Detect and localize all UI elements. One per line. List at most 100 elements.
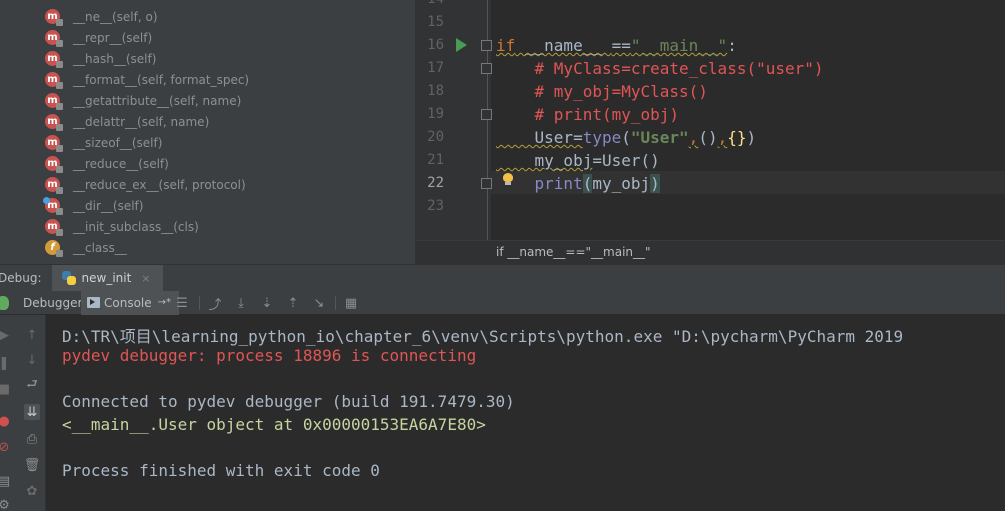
debug-side-toolbar: ▶ ❚ ■ ● ⊘ ▤ ⚙ xyxy=(0,315,18,511)
console-line-error: pydev debugger: process 18896 is connect… xyxy=(62,346,477,365)
python-icon xyxy=(61,271,76,285)
structure-item-sizeof[interactable]: m __sizeof__(self) xyxy=(45,132,162,153)
breadcrumb[interactable]: if __name__=="__main__" xyxy=(496,245,651,259)
debug-session-tab[interactable]: new_init × xyxy=(51,264,163,292)
structure-item-label: __class__ xyxy=(73,240,127,255)
mute-breakpoints-icon[interactable]: ⊘ xyxy=(0,439,12,455)
toolbar-separator xyxy=(335,296,336,310)
structure-item-reduce-ex[interactable]: m __reduce_ex__(self, protocol) xyxy=(45,174,246,195)
console-line-output: <__main__.User object at 0x00000153EA6A7… xyxy=(62,415,486,434)
fold-marker-icon[interactable] xyxy=(481,178,492,189)
console-output[interactable]: D:\TR\项目\learning_python_io\chapter_6\ve… xyxy=(46,315,1005,511)
line-number: 18 xyxy=(427,83,444,99)
view-breakpoints-icon[interactable]: ● xyxy=(0,413,12,429)
scroll-up-icon[interactable]: ↑ xyxy=(24,327,40,343)
code-line-17: # MyClass=create_class("user") xyxy=(496,59,824,78)
structure-item-label: __sizeof__(self) xyxy=(73,135,163,150)
settings-icon[interactable]: ⚙ xyxy=(0,497,12,511)
structure-item-label: __reduce_ex__(self, protocol) xyxy=(73,177,246,192)
fold-marker-icon[interactable] xyxy=(481,63,492,74)
structure-item-label: __delattr__(self, name) xyxy=(73,114,210,129)
method-icon: m xyxy=(45,177,63,194)
structure-item-dir[interactable]: m __dir__(self) xyxy=(43,195,144,216)
method-icon: m xyxy=(45,72,63,89)
stop-icon[interactable]: ■ xyxy=(0,381,12,397)
structure-item-label: __format__(self, format_spec) xyxy=(73,72,250,87)
pin-tab-icon[interactable]: →* xyxy=(158,297,171,308)
soft-wrap-icon[interactable]: ⮐ xyxy=(24,377,40,394)
structure-item-class[interactable]: f __class__ xyxy=(45,237,127,258)
debug-toolbar: Debugger Console →* ☰ ⤴ ⤓ ⇣ ⇡ ↘ ▦ xyxy=(0,290,1005,315)
code-line-21: my_obj = User() xyxy=(496,151,660,170)
structure-item-reduce[interactable]: m __reduce__(self) xyxy=(45,153,169,174)
line-number: 19 xyxy=(427,106,444,122)
restore-layout-icon[interactable]: ▤ xyxy=(0,473,12,489)
structure-item-ne[interactable]: m __ne__(self, o) xyxy=(45,6,158,27)
scroll-down-icon[interactable]: ↓ xyxy=(24,352,40,368)
line-number: 21 xyxy=(427,152,444,168)
run-to-cursor-icon[interactable]: ↘ xyxy=(311,295,327,311)
structure-item-format[interactable]: m __format__(self, format_spec) xyxy=(45,69,249,90)
structure-item-hash[interactable]: m __hash__(self) xyxy=(45,48,156,69)
method-icon: m xyxy=(45,114,63,131)
code-line-16: if __name__ == "__main__": xyxy=(496,36,737,55)
structure-item-repr[interactable]: m __repr__(self) xyxy=(45,27,152,48)
attach-debugger-icon[interactable]: ✿ xyxy=(24,483,40,499)
line-number: 20 xyxy=(427,129,444,145)
code-line-19: # print(my_obj) xyxy=(496,105,680,124)
scroll-to-end-icon[interactable]: ⇊ xyxy=(24,404,40,420)
tab-debugger[interactable]: Debugger xyxy=(18,291,87,315)
field-icon: f xyxy=(45,240,63,257)
code-editor[interactable]: 14 15 16 17 18 19 20 21 22 23 if __name_… xyxy=(415,0,1005,264)
line-number: 15 xyxy=(427,14,444,30)
method-icon: m xyxy=(45,135,63,152)
session-tab-label: new_init xyxy=(81,271,132,285)
method-icon: m xyxy=(45,51,63,68)
structure-item-delattr[interactable]: m __delattr__(self, name) xyxy=(45,111,209,132)
console-icon xyxy=(87,297,100,308)
structure-item-label: __reduce__(self) xyxy=(73,156,169,171)
line-number: 14 xyxy=(416,0,444,7)
code-line-20: User = type("User",(),{}) xyxy=(496,128,757,147)
show-execution-point-icon[interactable]: ⤴ xyxy=(207,295,223,313)
tab-debugger-label: Debugger xyxy=(23,295,83,310)
line-number-current: 22 xyxy=(427,175,444,191)
print-icon[interactable]: ⎙ xyxy=(24,431,40,447)
method-icon: m xyxy=(43,197,63,215)
step-over-icon[interactable]: ⤓ xyxy=(233,295,249,311)
evaluate-expression-icon[interactable]: ▦ xyxy=(343,295,359,311)
step-out-icon[interactable]: ⇡ xyxy=(285,295,301,311)
structure-item-label: __hash__(self) xyxy=(73,51,157,66)
fold-marker-icon[interactable] xyxy=(481,109,492,120)
menu-icon[interactable]: ☰ xyxy=(174,295,190,311)
line-number: 23 xyxy=(427,198,444,214)
rerun-icon[interactable]: ▶ xyxy=(0,327,12,343)
structure-item-label: __dir__(self) xyxy=(73,198,144,213)
toolbar-separator xyxy=(199,296,200,310)
console-line: Connected to pydev debugger (build 191.7… xyxy=(62,392,515,411)
run-arrow-icon[interactable] xyxy=(456,38,467,52)
structure-panel: m __ne__(self, o) m __repr__(self) m __h… xyxy=(0,0,415,264)
structure-item-getattribute[interactable]: m __getattribute__(self, name) xyxy=(45,90,241,111)
line-number: 16 xyxy=(427,37,444,53)
code-line-22: print(my_obj) xyxy=(496,174,660,193)
trash-icon[interactable]: 🗑 xyxy=(24,457,41,473)
code-line-18: # my_obj=MyClass() xyxy=(496,82,708,101)
close-icon[interactable]: × xyxy=(141,272,150,285)
bug-icon xyxy=(0,296,9,310)
gutter-separator xyxy=(487,0,488,240)
console-line: Process finished with exit code 0 xyxy=(62,461,380,480)
step-into-icon[interactable]: ⇣ xyxy=(259,295,275,311)
tab-console[interactable]: Console →* xyxy=(81,290,180,315)
debug-label: Debug: xyxy=(0,271,42,285)
tab-console-label: Console xyxy=(104,295,152,310)
breadcrumb-bar: if __name__=="__main__" xyxy=(416,240,1005,264)
method-icon: m xyxy=(45,93,63,110)
structure-item-label: __repr__(self) xyxy=(73,30,153,45)
structure-item-label: __ne__(self, o) xyxy=(73,9,158,24)
pause-icon[interactable]: ❚ xyxy=(0,355,12,371)
fold-marker-icon[interactable] xyxy=(481,40,492,51)
console-side-toolbar: ↑ ↓ ⮐ ⇊ ⎙ 🗑 ✿ xyxy=(18,315,46,511)
method-icon: m xyxy=(45,219,63,236)
structure-item-init-subclass[interactable]: m __init_subclass__(cls) xyxy=(45,216,199,237)
